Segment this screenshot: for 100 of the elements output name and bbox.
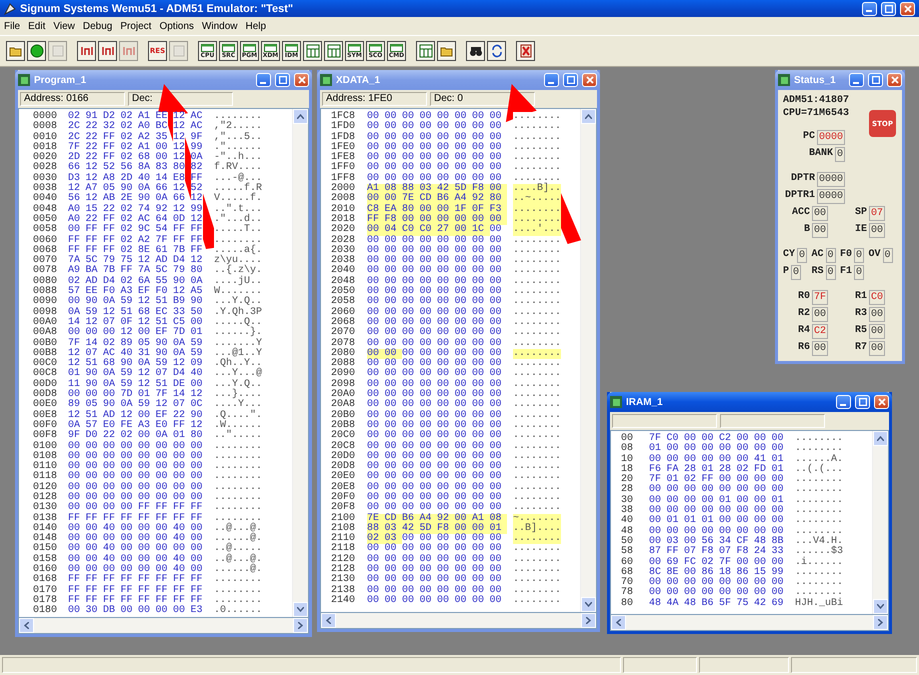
register-value[interactable]: 00 [812,206,828,221]
maximize-button[interactable] [868,73,883,87]
close-button[interactable] [900,2,915,16]
menu-item[interactable]: Window [202,20,238,32]
close-button[interactable] [874,395,889,409]
minimize-button[interactable] [256,73,271,87]
toolbar-button[interactable] [437,41,456,61]
hex-byte: F8 [437,524,454,534]
close-button[interactable] [887,73,902,87]
horizontal-scrollbar[interactable] [610,615,889,631]
row-address: 0160 [33,565,58,576]
horizontal-scrollbar[interactable] [18,618,309,634]
register-value[interactable]: 0 [791,265,802,280]
hex-byte: 42 [402,524,420,534]
toolbar-button[interactable] [27,41,46,61]
vertical-scrollbar[interactable] [580,109,596,612]
row-address: 0108 [33,452,58,462]
toolbar-button[interactable] [487,41,506,61]
window-icon [264,44,277,52]
folder-icon [8,45,22,57]
menu-item[interactable]: File [4,20,20,32]
toolbar-button[interactable] [77,41,96,61]
register-value[interactable]: 00 [868,223,885,238]
window-icon [201,44,214,52]
row-address: 2108 [331,524,356,534]
close-button[interactable] [294,73,309,87]
window-icon [348,44,361,52]
vertical-scrollbar[interactable] [292,109,308,617]
delete-icon [520,44,532,58]
horizontal-scrollbar[interactable] [320,613,597,629]
close-button[interactable] [582,73,597,87]
maximize-button[interactable] [275,73,290,87]
register-value[interactable]: 00 [812,307,828,322]
ascii-text: ........ [513,348,562,360]
minimize-button[interactable] [862,2,877,16]
ascii-text: ........ [513,534,562,544]
scroll-left-icon [616,619,621,626]
grid-icon [326,44,340,58]
register-value[interactable]: 0 [854,265,864,280]
hex-byte: 08 [490,514,507,524]
window-icon [320,74,332,86]
maximize-button[interactable] [563,73,578,87]
minimize-button[interactable] [544,73,559,87]
register-value[interactable]: 00 [868,324,885,339]
toolbar-button[interactable] [324,41,343,61]
menu-item[interactable]: Options [159,20,194,32]
register-value[interactable]: 0000 [816,189,845,204]
register-value[interactable]: 0 [834,147,845,162]
row-address: 0018 [33,142,58,153]
register-value[interactable]: 0 [826,265,836,280]
hex-byte: C8 [367,204,384,215]
register-value[interactable]: 07 [868,206,885,221]
register-value[interactable]: 0 [826,248,836,263]
ascii-text: ....jU.. [214,276,262,288]
menu-item[interactable]: Debug [82,20,112,32]
register-value[interactable]: 0 [882,248,893,263]
vertical-scrollbar[interactable] [872,431,888,614]
row-address: 20E0 [331,472,356,482]
register-value[interactable]: 0000 [816,172,845,187]
register-value[interactable]: 00 [868,307,885,322]
window-title-bar[interactable]: IRAM_1 [607,392,892,412]
register-value[interactable]: 00 [812,223,828,238]
blank-icon [172,45,184,57]
register-label: R4 [798,324,810,338]
row-address: 1FE8 [331,153,356,164]
menu-item[interactable]: Project [120,20,152,32]
row-address: 0070 [33,256,58,266]
hex-byte: 27 [437,225,454,236]
row-address: 0150 [33,544,58,554]
row-address: 78 [621,588,634,598]
row-address: 2070 [331,328,356,338]
minimize-button[interactable] [849,73,864,87]
menu-item[interactable]: Help [246,20,266,32]
toolbar-button[interactable] [416,41,435,61]
toolbar-button[interactable] [303,41,322,61]
row-address: 20F8 [331,503,356,514]
register-value[interactable]: 7F [812,290,828,305]
register-value[interactable]: 0 [854,248,864,263]
register-value[interactable]: 00 [812,341,828,356]
register-value[interactable]: 0 [797,248,808,263]
register-label: DPTR [790,172,815,186]
row-address: 2030 [331,246,356,256]
menu-item[interactable]: Edit [28,20,46,32]
toolbar-button[interactable] [6,41,25,61]
register-value[interactable]: C2 [812,324,828,339]
toolbar-button[interactable] [466,41,485,61]
toolbar-button[interactable] [98,41,117,61]
register-value[interactable]: 00 [868,341,885,356]
toolbar-button[interactable] [516,41,535,61]
maximize-button[interactable] [855,395,870,409]
row-address: 20D8 [331,462,356,472]
menu-item[interactable]: View [53,20,75,32]
minimize-button[interactable] [836,395,851,409]
register-value[interactable]: C0 [868,290,885,305]
ascii-text: ........ [214,236,262,246]
register-label: B [804,223,810,237]
row-address: 2140 [331,596,356,606]
maximize-button[interactable] [881,2,896,16]
register-value[interactable]: 0000 [816,130,845,145]
row-address: 2008 [331,194,356,204]
